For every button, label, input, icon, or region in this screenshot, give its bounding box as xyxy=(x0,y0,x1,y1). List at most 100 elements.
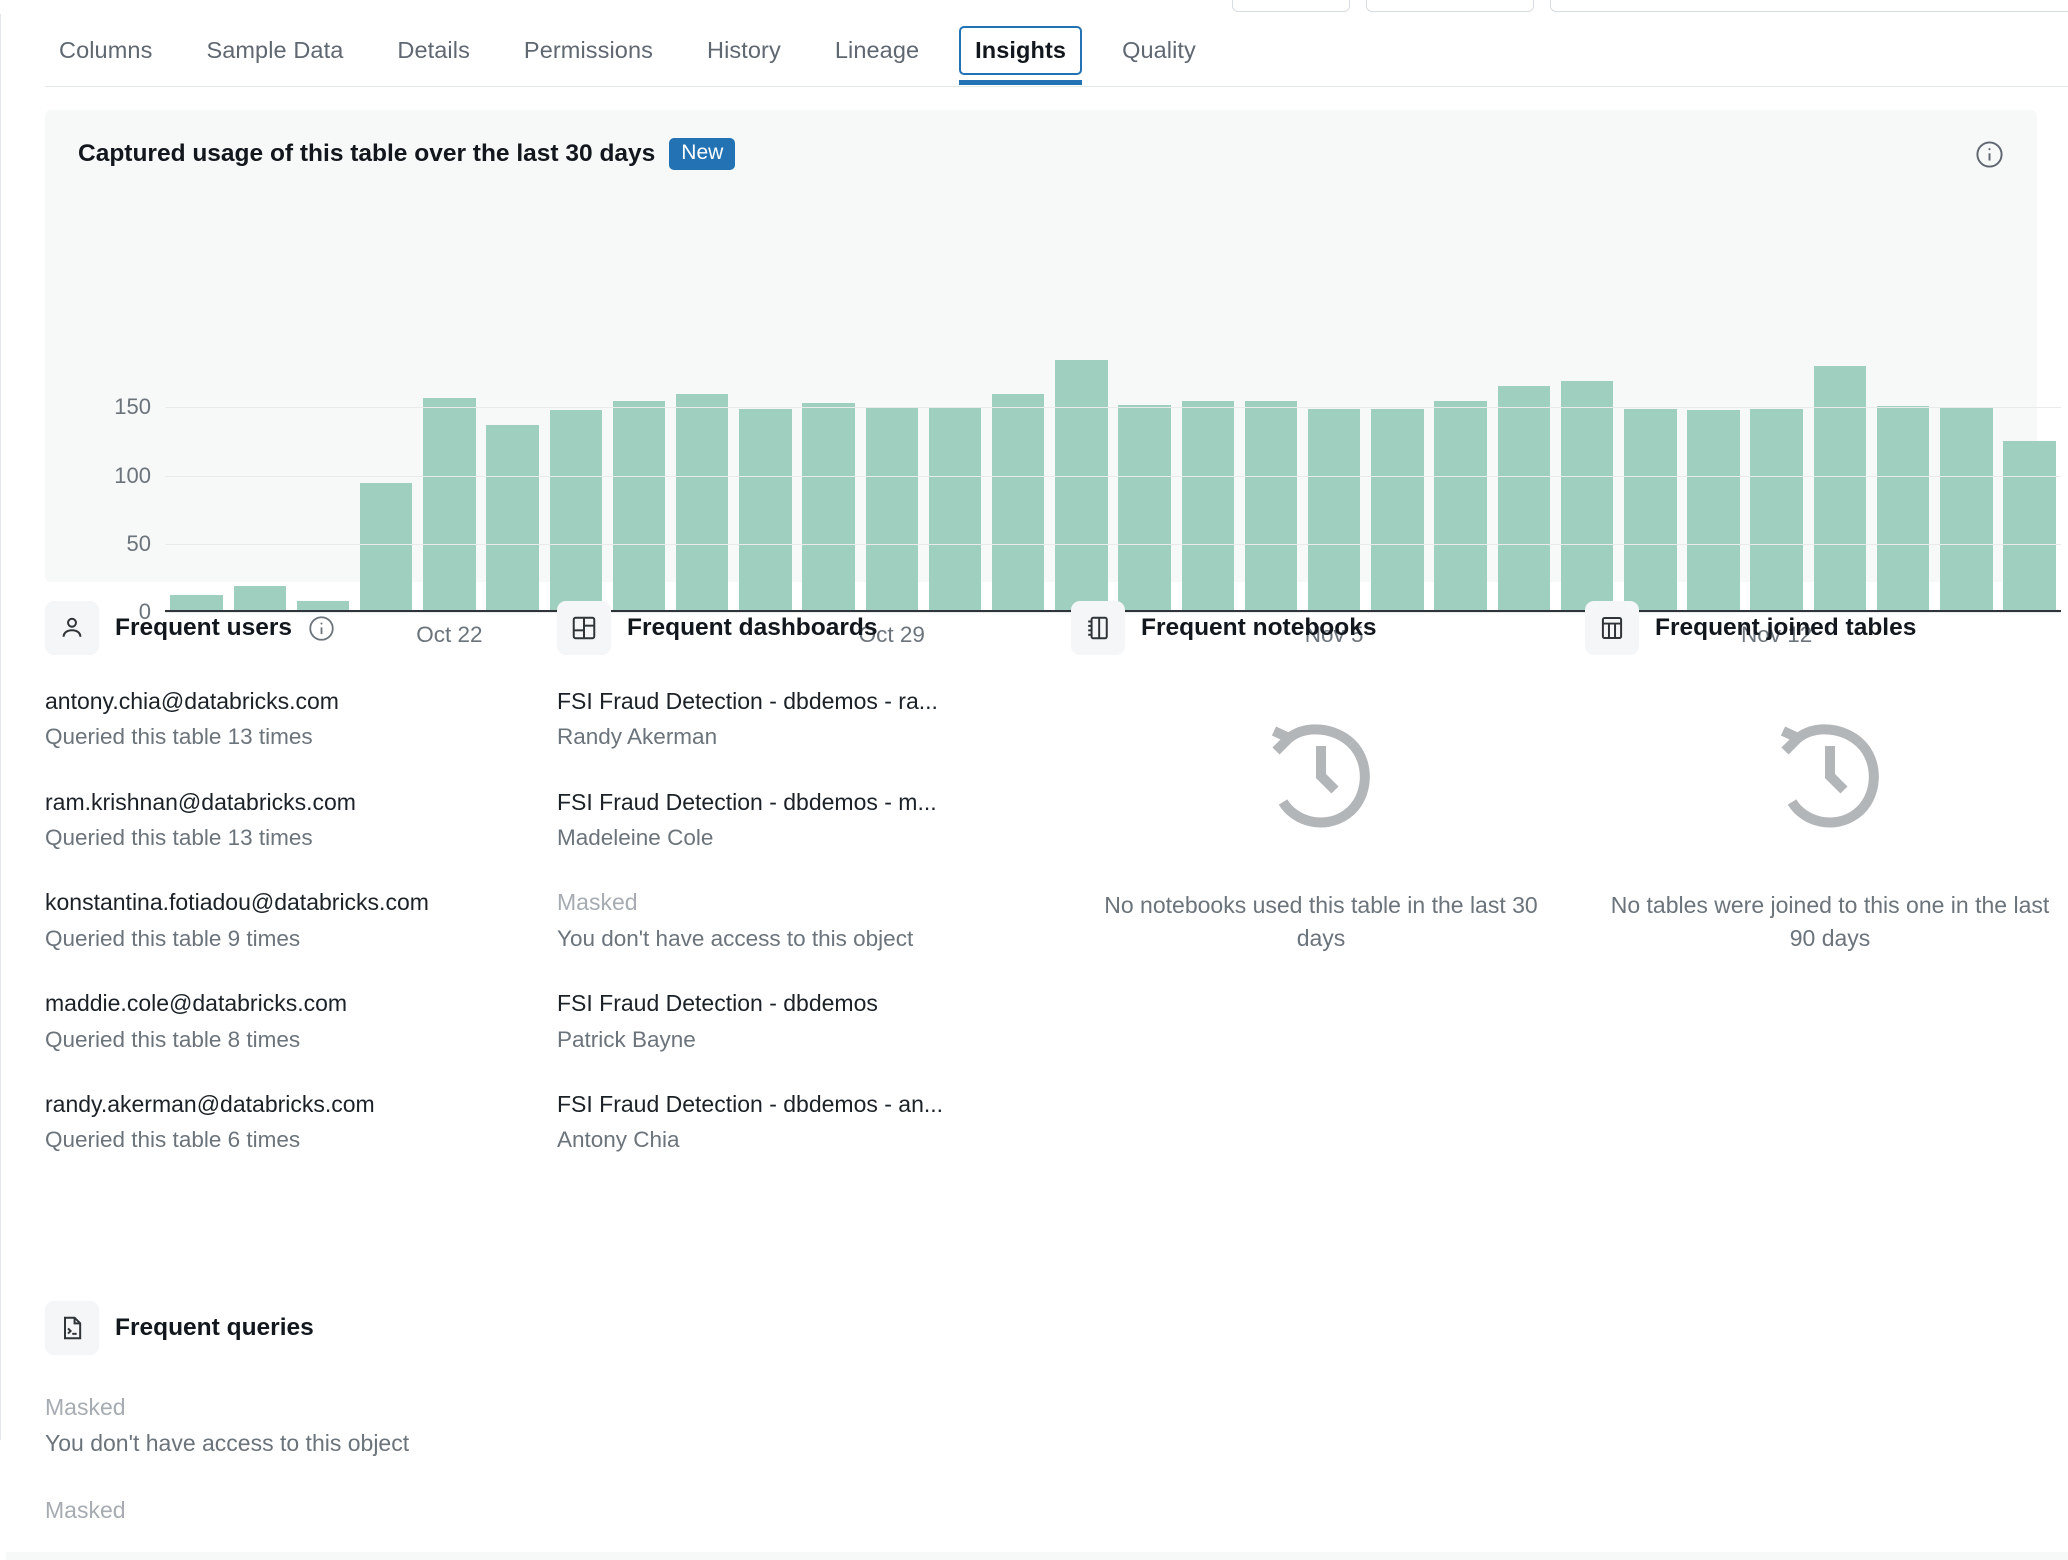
chart-bar xyxy=(1560,380,1614,610)
chart-bar xyxy=(1244,400,1298,610)
tab-details[interactable]: Details xyxy=(383,28,484,73)
tab-lineage[interactable]: Lineage xyxy=(821,28,933,73)
dashboard-name: FSI Fraud Detection - dbdemos - an... xyxy=(557,1090,944,1117)
chart-bar xyxy=(1055,360,1108,610)
chart-bar xyxy=(1434,400,1487,610)
user-email: maddie.cole@databricks.com xyxy=(45,990,348,1017)
chart-bar xyxy=(486,425,539,610)
frequent-dashboards-list: FSI Fraud Detection - dbdemos - ra... Ran… xyxy=(557,686,1057,1156)
frequent-queries-header: Frequent queries xyxy=(45,1300,945,1356)
frequent-dashboards-section: Frequent dashboards FSI Fraud Detection … xyxy=(557,600,1057,1190)
list-item[interactable]: FSI Fraud Detection - dbdemos Patrick Bay… xyxy=(557,988,1057,1055)
list-item[interactable]: maddie.cole@databricks.com Queried this t… xyxy=(45,988,545,1055)
chart-bar xyxy=(865,407,919,610)
chart-bar xyxy=(612,400,666,610)
user-query-count: Queried this table 8 times xyxy=(45,1026,301,1052)
top-chrome-strip xyxy=(0,0,2068,14)
list-item[interactable]: randy.akerman@databricks.com Queried this… xyxy=(45,1089,545,1156)
list-item[interactable]: Masked xyxy=(45,1495,945,1526)
person-icon xyxy=(45,601,99,655)
frequent-queries-title: Frequent queries xyxy=(115,1314,314,1341)
chart-bar xyxy=(992,394,1045,610)
chart-gridline: 50 xyxy=(127,531,2061,556)
frequent-joined-tables-empty-state: No tables were joined to this one in the… xyxy=(1585,718,2068,954)
chart-bar xyxy=(1497,385,1551,610)
chart-bar xyxy=(359,483,413,610)
dashboard-owner: You don't have access to this object xyxy=(557,925,914,951)
frequent-queries-section: Frequent queries Masked You don't have ac… xyxy=(45,1300,945,1560)
query-file-icon xyxy=(45,1301,99,1355)
tab-permissions[interactable]: Permissions xyxy=(510,28,667,73)
chart-bar xyxy=(739,408,792,610)
dashboard-icon xyxy=(557,601,611,655)
chart-bar xyxy=(1813,365,1867,610)
tab-insights[interactable]: Insights xyxy=(959,25,1083,85)
chart-bar xyxy=(1308,408,1361,610)
chart-bar xyxy=(928,407,982,610)
frequent-notebooks-section: Frequent notebooks No notebooks used thi… xyxy=(1071,600,1571,954)
chart-gridline: 150 xyxy=(114,394,2061,419)
query-name: Masked xyxy=(45,1497,126,1524)
list-item[interactable]: FSI Fraud Detection - dbdemos - an... Ant… xyxy=(557,1089,1057,1156)
chart-bar xyxy=(423,398,476,610)
frequent-dashboards-header: Frequent dashboards xyxy=(557,600,1057,656)
list-item[interactable]: Masked You don't have access to this obje… xyxy=(45,1392,945,1459)
table-icon xyxy=(1585,601,1639,655)
user-query-count: Queried this table 13 times xyxy=(45,724,313,750)
top-control-2[interactable] xyxy=(1366,0,1534,12)
frequent-notebooks-title: Frequent notebooks xyxy=(1141,614,1377,641)
frequent-users-header: Frequent users xyxy=(45,600,545,656)
tab-quality[interactable]: Quality xyxy=(1108,28,1210,73)
user-email: ram.krishnan@databricks.com xyxy=(45,788,356,815)
notebook-icon xyxy=(1071,601,1125,655)
chart-y-tick-label: 150 xyxy=(114,394,151,420)
user-email: antony.chia@databricks.com xyxy=(45,688,339,714)
info-icon[interactable] xyxy=(308,615,335,642)
list-item[interactable]: konstantina.fotiadou@databricks.com Queri… xyxy=(45,887,545,954)
chart-bar xyxy=(802,403,855,610)
frequent-joined-tables-header: Frequent joined tables xyxy=(1585,600,2068,656)
frequent-users-section: Frequent users antony.chia@databricks.co… xyxy=(45,600,545,1190)
chart-y-tick-label: 50 xyxy=(126,530,151,556)
dashboard-owner: Randy Akerman xyxy=(557,724,718,750)
user-email: konstantina.fotiadou@databricks.com xyxy=(45,889,429,916)
chart-bar xyxy=(1181,400,1235,610)
list-item[interactable]: FSI Fraud Detection - dbdemos - ra... Ran… xyxy=(557,686,1057,753)
frequent-joined-tables-title: Frequent joined tables xyxy=(1655,614,1917,641)
usage-bar-chart: 0 50 100 150 Oct 22 Oct 29 Nov 5 Nov 12 xyxy=(45,110,2061,647)
top-control-1[interactable] xyxy=(1232,0,1350,12)
frequent-notebooks-empty-text: No notebooks used this table in the last… xyxy=(1104,892,1538,951)
dashboard-name: FSI Fraud Detection - dbdemos - ra... xyxy=(557,688,938,714)
chart-bar xyxy=(1118,404,1171,610)
chart-bar xyxy=(1687,410,1740,610)
user-query-count: Queried this table 6 times xyxy=(45,1127,301,1153)
chart-bar xyxy=(2003,441,2056,610)
history-clock-icon xyxy=(1609,718,2051,835)
insights-page: Columns Sample Data Details Permissions Hist… xyxy=(0,0,2068,1560)
user-email: randy.akerman@databricks.com xyxy=(45,1090,375,1117)
tab-history[interactable]: History xyxy=(693,28,795,73)
chart-bar xyxy=(1624,408,1677,610)
frequent-notebooks-header: Frequent notebooks xyxy=(1071,600,1571,656)
frequent-users-title: Frequent users xyxy=(115,614,292,641)
top-control-3[interactable] xyxy=(1550,0,2068,12)
tab-sample-data[interactable]: Sample Data xyxy=(192,28,357,73)
bottom-edge xyxy=(6,1552,2068,1560)
list-item[interactable]: FSI Fraud Detection - dbdemos - m... Made… xyxy=(557,787,1057,854)
tab-columns[interactable]: Columns xyxy=(45,28,166,73)
frequent-dashboards-title: Frequent dashboards xyxy=(627,614,878,641)
dashboard-owner: Patrick Bayne xyxy=(557,1026,696,1052)
list-item[interactable]: Masked You don't have access to this obje… xyxy=(557,887,1057,954)
dashboard-owner: Madeleine Cole xyxy=(557,825,714,851)
query-access-message: You don't have access to this object xyxy=(45,1430,410,1457)
list-item[interactable]: ram.krishnan@databricks.com Queried this … xyxy=(45,787,545,854)
usage-card: Captured usage of this table over the la… xyxy=(45,110,2061,647)
chart-bar xyxy=(1876,406,1930,610)
list-item[interactable]: antony.chia@databricks.com Queried this t… xyxy=(45,686,545,753)
chart-gridline: 100 xyxy=(114,463,2061,488)
frequent-notebooks-empty-state: No notebooks used this table in the last… xyxy=(1071,718,1571,954)
tab-bar: Columns Sample Data Details Permissions Hist… xyxy=(21,14,2068,86)
query-name: Masked xyxy=(45,1394,126,1420)
frequent-users-list: antony.chia@databricks.com Queried this t… xyxy=(45,686,545,1156)
chart-bar xyxy=(549,410,603,610)
